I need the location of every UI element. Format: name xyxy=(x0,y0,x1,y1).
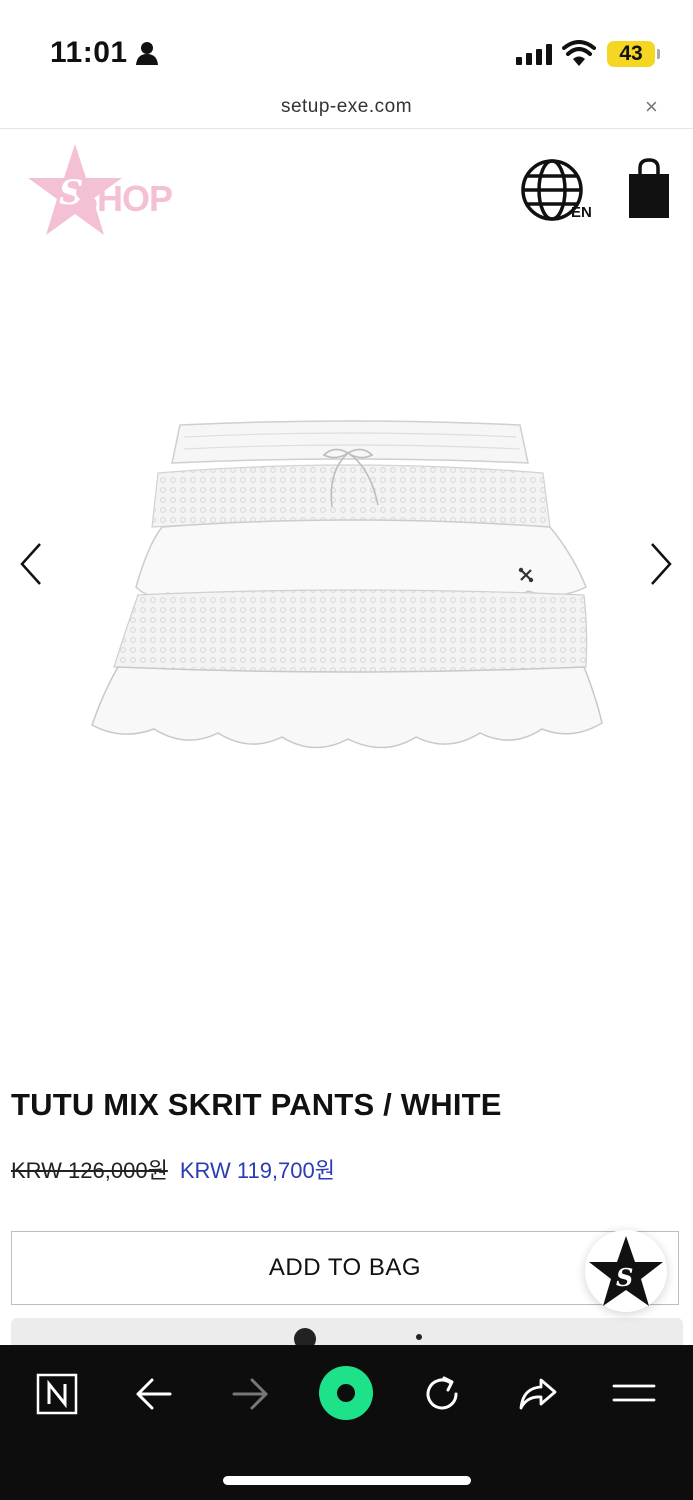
back-arrow-icon[interactable] xyxy=(130,1370,178,1418)
url-text[interactable]: setup-exe.com xyxy=(0,96,693,118)
share-icon[interactable] xyxy=(514,1370,562,1418)
chevron-left-icon[interactable] xyxy=(16,542,46,586)
original-price: KRW 126,000원 xyxy=(11,1158,168,1183)
buy-button-dot xyxy=(416,1334,422,1340)
chevron-right-icon[interactable] xyxy=(646,542,676,586)
forward-arrow-icon[interactable] xyxy=(226,1370,274,1418)
browser-toolbar xyxy=(0,1345,693,1500)
logo-text: SHOP xyxy=(74,178,173,219)
person-icon xyxy=(135,42,158,65)
add-to-bag-button[interactable]: ADD TO BAG xyxy=(11,1231,679,1305)
shopping-bag-icon[interactable] xyxy=(626,158,672,220)
language-selector[interactable]: EN xyxy=(520,158,600,224)
menu-icon[interactable] xyxy=(610,1370,658,1418)
product-image[interactable] xyxy=(88,415,608,770)
product-title: TUTU MIX SKRIT PANTS / WHITE xyxy=(11,1087,502,1122)
language-label: EN xyxy=(571,204,592,221)
close-icon[interactable]: × xyxy=(645,94,658,120)
status-bar: 11:01 43 xyxy=(0,0,693,92)
clock: 11:01 xyxy=(50,36,158,70)
home-indicator[interactable] xyxy=(223,1476,471,1485)
site-logo[interactable]: S SHOP xyxy=(20,142,185,242)
battery-indicator: 43 xyxy=(607,41,655,67)
floating-star-button[interactable]: S xyxy=(585,1230,667,1312)
battery-nub xyxy=(657,49,660,59)
sale-price: KRW 119,700원 xyxy=(179,1158,335,1183)
clock-time: 11:01 xyxy=(50,36,128,69)
price-row: KRW 126,000원 KRW 119,700원 xyxy=(11,1153,335,1185)
star-badge-icon: S xyxy=(589,1236,663,1306)
cellular-signal-icon xyxy=(516,44,552,65)
svg-text:S: S xyxy=(616,1263,633,1292)
reload-icon[interactable] xyxy=(418,1370,466,1418)
url-bar[interactable]: setup-exe.com × xyxy=(0,92,693,129)
wifi-icon xyxy=(562,40,596,66)
n-logo-icon[interactable] xyxy=(33,1370,81,1418)
green-dot-icon[interactable] xyxy=(318,1365,374,1421)
